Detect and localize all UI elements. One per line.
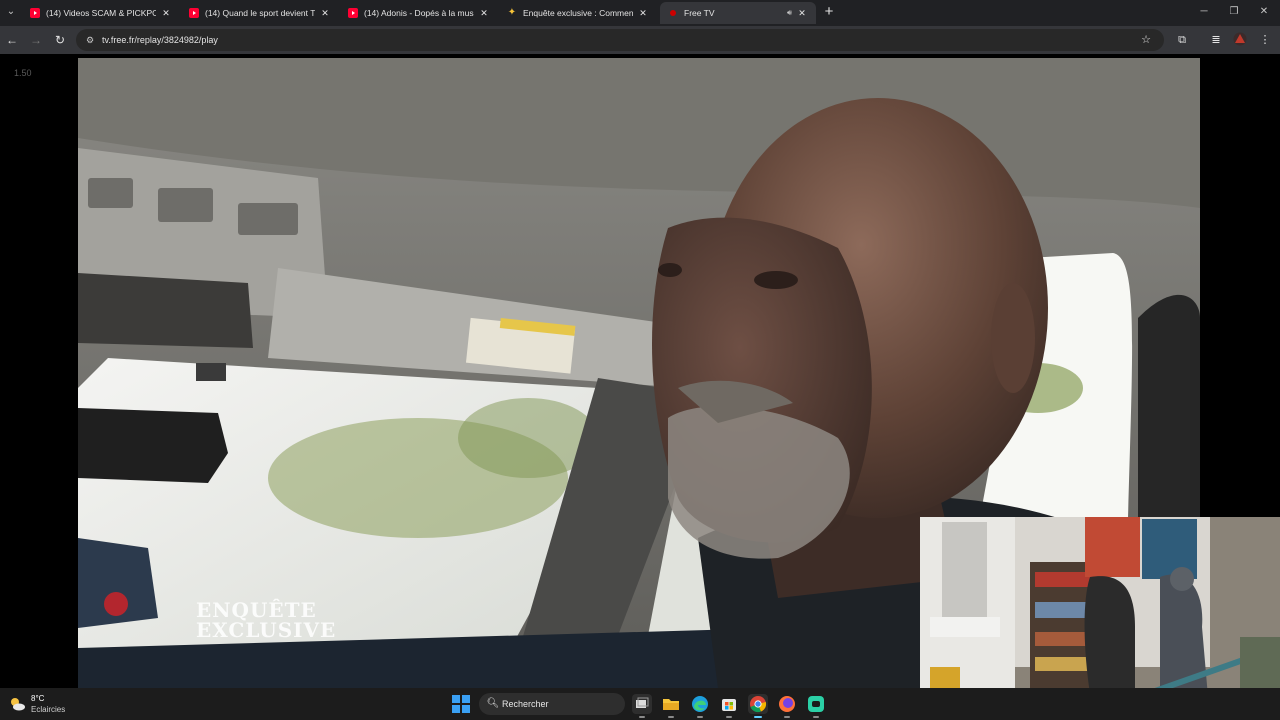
tab-title: Enquête exclusive : Comment le: [523, 8, 633, 18]
close-icon[interactable]: ✕: [160, 8, 172, 19]
edge-icon[interactable]: [690, 694, 710, 718]
enquete-exclusive-watermark: ENQUÊTE EXCLUSIVE: [196, 600, 336, 640]
tab-title: (14) Adonis - Dopés à la muscu: [364, 8, 474, 18]
free-icon: [670, 10, 676, 16]
minimize-icon[interactable]: ─: [1196, 4, 1212, 20]
tab-enquete-exclusive[interactable]: ✦ Enquête exclusive : Comment le ✕: [499, 2, 657, 24]
forward-arrow-icon[interactable]: →: [28, 32, 44, 48]
extensions-puzzle-icon[interactable]: ⧉: [1174, 32, 1190, 48]
microsoft-store-icon[interactable]: [719, 694, 739, 718]
playback-speed-label: 1.50: [14, 68, 32, 78]
media-controls-icon[interactable]: ≣: [1208, 32, 1224, 48]
tab-title: (14) Videos SCAM & PICKPOCK: [46, 8, 156, 18]
tab-free-tv[interactable]: Free TV 🔊︎ ✕: [660, 2, 816, 24]
weather-temperature[interactable]: 8°C: [31, 694, 44, 703]
game-app-icon[interactable]: [806, 694, 826, 718]
partly-cloudy-icon[interactable]: [8, 695, 26, 713]
search-icon: 🔍︎: [486, 698, 500, 709]
bookmark-star-icon[interactable]: ☆: [1138, 32, 1154, 48]
window-close-icon[interactable]: ✕: [1256, 4, 1272, 20]
more-menu-icon[interactable]: ⋮: [1257, 32, 1273, 48]
new-tab-button[interactable]: +: [820, 3, 838, 21]
firefox-icon[interactable]: [777, 694, 797, 718]
youtube-icon: [189, 8, 199, 18]
address-bar[interactable]: ⚙ tv.free.fr/replay/3824982/play ☆: [76, 29, 1164, 51]
enquete-exclusive-icon: ✦: [507, 7, 517, 18]
youtube-icon: [348, 8, 358, 18]
search-placeholder: Rechercher: [502, 699, 549, 709]
profile-avatar-icon[interactable]: [1232, 32, 1248, 48]
reload-icon[interactable]: ↻: [52, 32, 68, 48]
tab-quand-le-sport[interactable]: (14) Quand le sport devient TO ✕: [181, 2, 339, 24]
chrome-icon[interactable]: [748, 694, 768, 718]
tab-search-chevron-icon[interactable]: ⌄: [3, 4, 19, 20]
close-icon[interactable]: ✕: [637, 8, 649, 19]
task-view-icon[interactable]: [632, 694, 652, 718]
taskbar-search-box[interactable]: 🔍︎ Rechercher: [479, 693, 625, 715]
youtube-icon: [30, 8, 40, 18]
close-icon[interactable]: ✕: [319, 8, 331, 19]
windows-start-icon[interactable]: [452, 695, 470, 713]
tab-title: (14) Quand le sport devient TO: [205, 8, 315, 18]
url-text[interactable]: tv.free.fr/replay/3824982/play: [102, 29, 218, 51]
close-icon[interactable]: ✕: [478, 8, 490, 19]
tab-adonis[interactable]: (14) Adonis - Dopés à la muscu ✕: [340, 2, 498, 24]
weather-description[interactable]: Eclaircies: [31, 705, 65, 714]
close-icon[interactable]: ✕: [796, 8, 808, 19]
watermark-line-1: ENQUÊTE: [196, 598, 317, 622]
file-explorer-icon[interactable]: [661, 694, 681, 718]
watermark-line-2: EXCLUSIVE: [196, 618, 337, 642]
restore-icon[interactable]: ❐: [1226, 4, 1242, 20]
taskbar: 8°C Eclaircies 🔍︎ Rechercher: [0, 688, 1280, 720]
browser-toolbar: ← → ↻ ⚙ tv.free.fr/replay/3824982/play ☆…: [0, 26, 1280, 54]
speaker-icon[interactable]: 🔊︎: [787, 8, 792, 18]
tab-title: Free TV: [684, 8, 715, 18]
tab-strip: ⌄ (14) Videos SCAM & PICKPOCK ✕ (14) Qua…: [0, 0, 1280, 26]
site-settings-icon[interactable]: ⚙: [84, 33, 96, 47]
avatar: [1233, 32, 1247, 46]
tab-videos-scam[interactable]: (14) Videos SCAM & PICKPOCK ✕: [22, 2, 180, 24]
back-arrow-icon[interactable]: ←: [4, 32, 20, 48]
